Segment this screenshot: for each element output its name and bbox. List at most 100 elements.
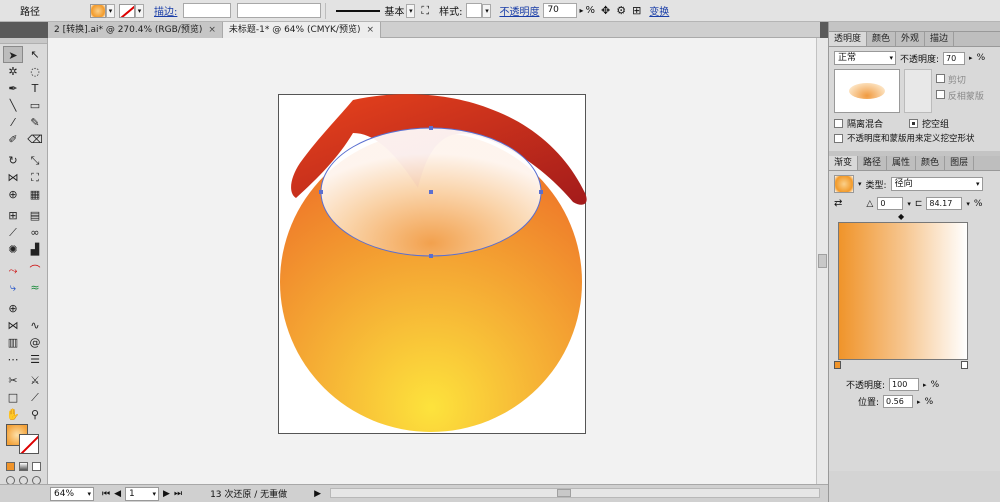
reverse-gradient-icon[interactable]: ⇄ [834, 198, 842, 209]
opacity-link[interactable]: 不透明度 [499, 3, 539, 18]
line-tool-icon[interactable]: ╲ [3, 97, 23, 114]
anchor-point[interactable] [319, 190, 323, 194]
tab-pathfinder[interactable]: 路径 [858, 156, 888, 170]
blend-mode-select[interactable]: 正常 ▾ [834, 51, 896, 65]
stroke-swatch[interactable] [119, 3, 135, 18]
anchor-point[interactable] [429, 126, 433, 130]
brush-options-icon[interactable]: ⛶ [421, 4, 429, 18]
status-menu-arrow[interactable]: ▶ [314, 489, 321, 499]
tab-gradient[interactable]: 渐变 [829, 156, 859, 170]
gradient-swatch[interactable] [834, 175, 854, 193]
blend-tool-icon[interactable]: ∞ [25, 224, 45, 241]
zoom-tool-icon[interactable]: ⚲ [25, 406, 45, 423]
magic-wand-tool-icon[interactable]: ✲ [3, 63, 23, 80]
pencil-tool-icon[interactable]: ✎ [25, 114, 45, 131]
knockout-group-checkbox[interactable] [909, 119, 919, 128]
join-tool-icon[interactable]: ≈ [25, 279, 45, 296]
transform-link[interactable]: 变换 [649, 3, 669, 18]
hand-tool-icon[interactable]: ✋ [3, 406, 23, 423]
tab-layers[interactable]: 图层 [945, 156, 975, 170]
fill-stroke-widget[interactable] [6, 424, 42, 456]
stroke-dropdown-arrow[interactable]: ▾ [135, 3, 144, 18]
first-artboard-icon[interactable]: ⏮ [102, 489, 110, 499]
blob-brush-tool-icon[interactable]: ✐ [3, 131, 23, 148]
location-arrow[interactable]: ▸ [917, 398, 921, 406]
artwork[interactable] [48, 38, 816, 484]
fill-dropdown-arrow[interactable]: ▾ [106, 3, 115, 18]
direct-selection-tool-icon[interactable]: ↖ [25, 46, 45, 63]
variable-width-field[interactable] [237, 3, 322, 18]
none-mode-icon[interactable] [32, 462, 41, 471]
spiral-tool-icon[interactable]: @ [25, 334, 45, 351]
tab-attributes[interactable]: 属性 [887, 156, 917, 170]
gear-icon[interactable]: ⚙ [616, 4, 626, 17]
style-swatch[interactable] [466, 3, 483, 18]
live-paint-tool-icon[interactable]: ⋯ [3, 351, 23, 368]
list-tool-icon[interactable]: ☰ [25, 351, 45, 368]
isolate-blend-checkbox[interactable] [834, 119, 843, 128]
scroll-thumb[interactable] [818, 254, 827, 268]
scale-tool-icon[interactable]: ⤡ [25, 152, 45, 169]
opacity-field[interactable]: 70 [943, 51, 966, 65]
lasso-tool-icon[interactable]: ◌ [25, 63, 45, 80]
scroll-thumb[interactable] [557, 489, 571, 497]
mask-thumbnail[interactable] [904, 69, 932, 113]
eraser-tool-icon[interactable]: ⌫ [25, 131, 45, 148]
grid-tool-icon[interactable]: ▥ [3, 334, 23, 351]
knife-tool-icon[interactable]: ⚔ [25, 372, 45, 389]
perspective-grid-tool-icon[interactable]: ▦ [25, 186, 45, 203]
warp-tool-icon[interactable]: ∿ [25, 317, 45, 334]
eyedropper-tool-icon[interactable]: ⟋ [3, 224, 23, 241]
symbol-sprayer-tool-icon[interactable]: ✺ [3, 241, 23, 258]
angle-dropdown-arrow[interactable]: ▾ [907, 200, 911, 208]
fill-swatch[interactable] [90, 3, 106, 18]
close-icon[interactable]: × [208, 23, 216, 38]
tab-color-2[interactable]: 颜色 [916, 156, 946, 170]
free-transform-tool-icon[interactable]: ⛶ [25, 169, 45, 186]
recolor-icon[interactable]: ✥ [601, 4, 610, 17]
width-tool-icon[interactable]: ⋈ [3, 169, 23, 186]
column-graph-tool-icon[interactable]: ▟ [25, 241, 45, 258]
tab-stroke[interactable]: 描边 [925, 32, 955, 46]
center-point[interactable] [429, 190, 433, 194]
panel-grip[interactable] [829, 22, 1000, 32]
artboard-select[interactable]: 1 ▾ [125, 486, 160, 501]
stop-opacity-field[interactable]: 100 [889, 378, 920, 391]
rectangle-tool-icon[interactable]: ▭ [25, 97, 45, 114]
tab-document-1[interactable]: 2 [转换].ai* @ 270.4% (RGB/预览) × [48, 22, 223, 38]
next-artboard-icon[interactable]: ▶ [163, 489, 170, 499]
opacity-step-arrow[interactable]: ▸ [579, 6, 583, 15]
aspect-dropdown-arrow[interactable]: ▾ [966, 200, 970, 208]
tab-color[interactable]: 颜色 [867, 32, 897, 46]
smooth-tool-icon[interactable]: ⤷ [3, 279, 23, 296]
artboard-tool-icon[interactable]: □ [3, 389, 23, 406]
anchor-point[interactable] [429, 254, 433, 258]
location-field[interactable]: 0.56 [883, 395, 914, 408]
close-icon[interactable]: × [366, 23, 374, 38]
anchor-point-tool-icon[interactable]: ⤳ [3, 262, 23, 279]
gradient-tool-icon[interactable]: ▤ [25, 207, 45, 224]
zoom-select[interactable]: 64% ▾ [50, 486, 94, 501]
rotate-tool-icon[interactable]: ↻ [3, 152, 23, 169]
color-mode-icon[interactable] [6, 462, 15, 471]
selection-tool-icon[interactable]: ➤ [3, 46, 23, 63]
measure-tool-icon[interactable]: ⟋ [25, 389, 45, 406]
invert-mask-checkbox[interactable] [936, 90, 945, 99]
style-dropdown-arrow[interactable]: ▾ [482, 3, 492, 18]
canvas-area[interactable] [48, 38, 816, 484]
last-artboard-icon[interactable]: ⏭ [174, 489, 182, 499]
stroke-weight-field[interactable] [183, 3, 232, 18]
tab-appearance[interactable]: 外观 [896, 32, 926, 46]
vertical-scrollbar[interactable] [816, 38, 828, 484]
tab-transparency[interactable]: 透明度 [829, 32, 868, 46]
angle-field[interactable]: 0 [877, 197, 904, 210]
define-knockout-checkbox[interactable] [834, 133, 843, 143]
stroke-color-box[interactable] [19, 434, 39, 454]
opacity-step-arrow[interactable]: ▸ [969, 54, 973, 62]
shape-builder-tool-icon[interactable]: ⊕ [3, 186, 23, 203]
align-grid-icon[interactable]: ⊞ [632, 4, 641, 17]
type-tool-icon[interactable]: T [25, 80, 45, 97]
midpoint-diamond-icon[interactable]: ◆ [898, 212, 904, 221]
tab-document-2[interactable]: 未标题-1* @ 64% (CMYK/预览) × [222, 22, 382, 38]
stroke-link[interactable]: 描边: [154, 3, 177, 18]
